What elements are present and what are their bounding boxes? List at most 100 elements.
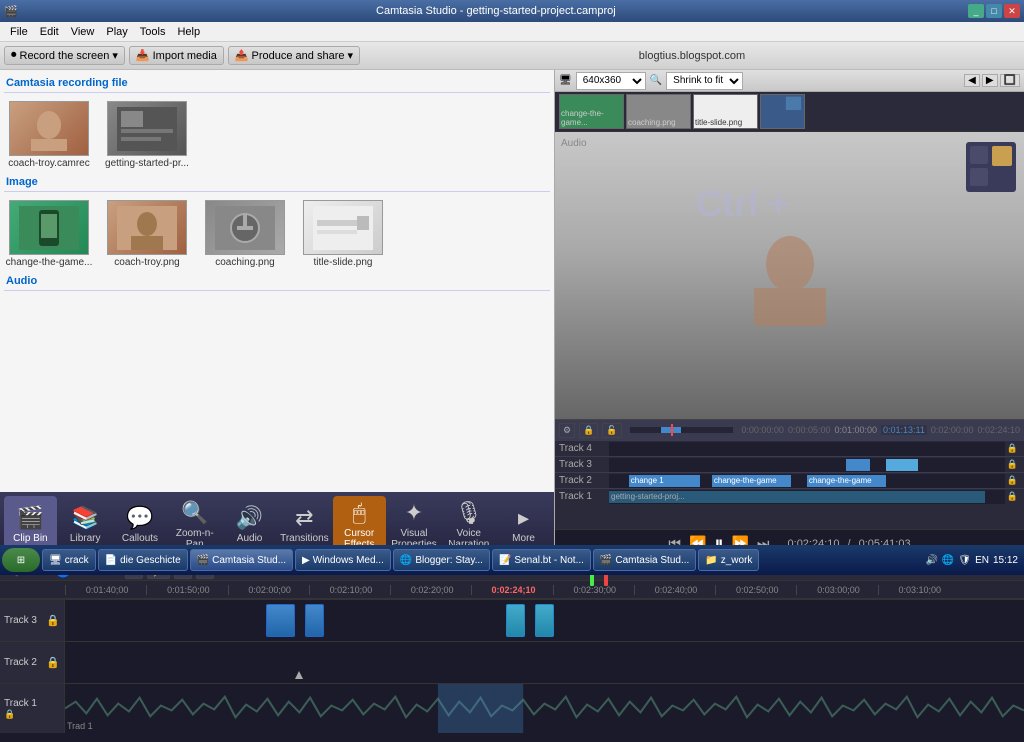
taskbar-item-camtasia-1[interactable]: 🎬 Camtasia Stud... — [190, 549, 293, 571]
tray-icon-2: 🌐 — [942, 555, 954, 566]
list-item[interactable]: coaching.png — [200, 200, 290, 268]
track-3-clip-1[interactable] — [266, 604, 295, 637]
audio-label: Audio — [561, 138, 587, 149]
search-icon: 🔍 — [650, 75, 662, 86]
track-3-content[interactable] — [65, 600, 1024, 641]
tray-icon-1: 🔊 — [925, 555, 937, 566]
preview-btn-3[interactable]: 🔲 — [1000, 74, 1020, 87]
track-4-lock[interactable]: 🔒 — [1005, 443, 1020, 454]
preview-size-select[interactable]: 640x360 320x180 1280x720 — [576, 72, 646, 90]
thumb-coach-camrec — [9, 101, 89, 156]
taskbar-icon: 🎬 — [197, 555, 209, 566]
track-3-clip-4[interactable] — [535, 604, 554, 637]
ruler-mark: 0:01:40;00 — [65, 585, 146, 595]
track-3-lock-icon[interactable]: 🔒 — [46, 614, 60, 627]
taskbar-item-crack[interactable]: 🖥 crack — [42, 549, 96, 571]
ruler-mark: 0:02:00;00 — [228, 585, 309, 595]
right-track-3: Track 3 🔒 — [555, 456, 1024, 472]
thumb-getting-started — [107, 101, 187, 156]
menu-file[interactable]: File — [4, 24, 34, 40]
preview-overlay: Ctrl + — [696, 183, 789, 225]
menu-edit[interactable]: Edit — [34, 24, 65, 40]
menu-help[interactable]: Help — [171, 24, 206, 40]
close-button[interactable]: ✕ — [1004, 4, 1020, 18]
dropdown-arrow-icon: ▾ — [112, 49, 118, 62]
visual-icon: ✦ — [405, 500, 423, 526]
ruler-mark: 0:03:00;00 — [796, 585, 877, 595]
produce-share-button[interactable]: 📤 Produce and share ▾ — [228, 46, 360, 65]
tray-icon-3: 🛡 — [958, 555, 971, 566]
track-2-row: Track 2 🔒 — [0, 641, 1024, 683]
ruler-mark: 0:02:50;00 — [715, 585, 796, 595]
right-track-4: Track 4 🔒 — [555, 440, 1024, 456]
fit-select[interactable]: Shrink to fit 100% 50% — [666, 72, 743, 90]
preview-thumb-1[interactable]: change-the-game... — [559, 94, 624, 129]
taskbar-item-windows-media[interactable]: ▶ Windows Med... — [295, 549, 391, 571]
menu-tools[interactable]: Tools — [134, 24, 172, 40]
taskbar-item-blogger[interactable]: 🌐 Blogger: Stay... — [393, 549, 490, 571]
media-label: coach-troy.camrec — [8, 158, 90, 169]
menu-play[interactable]: Play — [100, 24, 133, 40]
timeline-ruler: 0:01:40;00 0:01:50;00 0:02:00;00 0:02:10… — [0, 581, 1024, 599]
taskbar-icon: 📝 — [499, 555, 511, 566]
right-track-1: Track 1 getting-started-proj... 🔒 — [555, 488, 1024, 504]
preview-toolbar: 🖥 640x360 320x180 1280x720 🔍 Shrink to f… — [555, 70, 1024, 92]
track-1-lock[interactable]: 🔒 — [1005, 491, 1020, 502]
menu-view[interactable]: View — [65, 24, 101, 40]
track-3-clip-2[interactable] — [305, 604, 324, 637]
track-1-label: Track 1 — [4, 698, 37, 709]
bottom-timeline: 🔍 🔍 ✂ ⚡ ↩ ↪ 0:01:40;00 0:01:50;00 0:02:0… — [0, 557, 1024, 742]
track-1-bottom-label: Trad 1 — [67, 721, 93, 731]
tray-time: 15:12 — [993, 555, 1018, 566]
media-label: title-slide.png — [314, 257, 373, 268]
maximize-button[interactable]: □ — [986, 4, 1002, 18]
tl-tool-btn-1[interactable]: ⚙ — [559, 423, 575, 438]
list-item[interactable]: coach-troy.camrec — [4, 101, 94, 169]
ruler-mark: 0:01:50;00 — [146, 585, 227, 595]
thumb-coach-png — [107, 200, 187, 255]
tl-tool-btn-2[interactable]: 🔒 — [579, 423, 598, 438]
track-1-content[interactable]: // This won't execute in SVG, use polyli… — [65, 684, 1024, 733]
list-item[interactable]: getting-started-pr... — [102, 101, 192, 169]
list-item[interactable]: change-the-game... — [4, 200, 94, 268]
preview-empty — [807, 94, 1020, 129]
taskbar-icon: 📁 — [705, 555, 717, 566]
waveform-display: // This won't execute in SVG, use polyli… — [65, 684, 1024, 733]
thumb-coaching — [205, 200, 285, 255]
list-item[interactable]: coach-troy.png — [102, 200, 192, 268]
media-browser: Camtasia recording file coach-troy.camre… — [0, 70, 554, 492]
track-3-lock[interactable]: 🔒 — [1005, 459, 1020, 470]
track-3-header: Track 3 🔒 — [0, 600, 65, 641]
taskbar-item-senal[interactable]: 📝 Senal.bt - Not... — [492, 549, 591, 571]
preview-thumb-3[interactable]: title-slide.png — [693, 94, 758, 129]
preview-tools — [966, 142, 1016, 195]
taskbar-item-zwork[interactable]: 📁 z_work — [698, 549, 759, 571]
preview-thumb-2[interactable]: coaching.png — [626, 94, 691, 129]
main-area: Camtasia recording file coach-troy.camre… — [0, 70, 1024, 557]
minimize-button[interactable]: _ — [968, 4, 984, 18]
tl-tool-btn-3[interactable]: 🔓 — [602, 423, 621, 438]
camtasia-files-grid: coach-troy.camrec getting-started-pr... — [4, 97, 550, 173]
import-media-button[interactable]: 📥 Import media — [129, 46, 224, 65]
right-mini-timeline: ⚙ 🔒 🔓 0:00:00:00 0:00:05:00 0:01:00:00 0… — [555, 419, 1024, 529]
track-2-lock-icon[interactable]: 🔒 — [46, 656, 60, 669]
menu-bar: File Edit View Play Tools Help — [0, 22, 1024, 42]
taskbar-icon: ▶ — [302, 555, 310, 566]
preview-btn-1[interactable]: ◀ — [964, 74, 980, 87]
ruler-mark: 0:02:20;00 — [390, 585, 471, 595]
taskbar-item-camtasia-2[interactable]: 🎬 Camtasia Stud... — [593, 549, 696, 571]
track-3-clip-3[interactable] — [506, 604, 525, 637]
image-files-grid: change-the-game... coach-troy.png coachi… — [4, 196, 550, 272]
preview-thumb-4[interactable] — [760, 94, 805, 129]
taskbar-item-die-geschicte[interactable]: 📄 die Geschicte — [98, 549, 188, 571]
preview-btn-2[interactable]: ▶ — [982, 74, 998, 87]
track-1-lock-icon[interactable]: 🔒 — [4, 709, 15, 720]
list-item[interactable]: title-slide.png — [298, 200, 388, 268]
start-button[interactable]: ⊞ — [2, 548, 40, 572]
taskbar-icon: 🌐 — [400, 555, 412, 566]
audio-icon: 🔊 — [236, 505, 263, 531]
record-screen-button[interactable]: ⏺ Record the screen ▾ — [4, 46, 125, 65]
track-2-lock[interactable]: 🔒 — [1005, 475, 1020, 486]
track-2-content[interactable] — [65, 642, 1024, 683]
ruler-mark: 0:02:40;00 — [634, 585, 715, 595]
